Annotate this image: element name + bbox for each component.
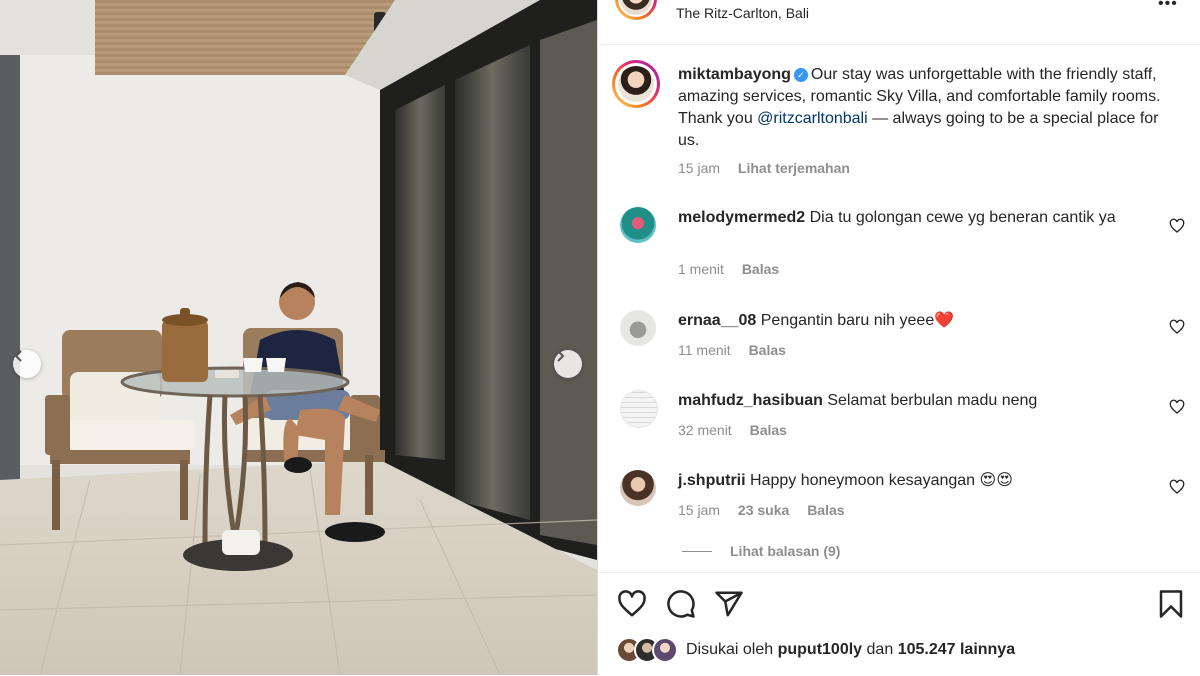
- bookmark-icon[interactable]: [1156, 589, 1186, 619]
- post-header: The Ritz-Carlton, Bali •••: [598, 0, 1200, 45]
- likes-count[interactable]: 105.247 lainnya: [898, 641, 1015, 658]
- likes-text: Disukai oleh puput100ly dan 105.247 lain…: [686, 641, 1015, 659]
- chevron-left-icon: [14, 350, 22, 362]
- comment-text: melodymermed2 Dia tu golongan cewe yg be…: [678, 207, 1168, 229]
- comment-body: Happy honeymoon kesayangan 😍😍: [750, 472, 1013, 489]
- reply-button[interactable]: Balas: [742, 261, 779, 277]
- comment-like-icon[interactable]: [1169, 319, 1185, 335]
- heart-icon[interactable]: [617, 589, 647, 619]
- reply-button[interactable]: Balas: [749, 342, 786, 358]
- comment-username[interactable]: ernaa__08: [678, 312, 756, 329]
- likes-summary[interactable]: Disukai oleh puput100ly dan 105.247 lain…: [616, 637, 1015, 663]
- caption-avatar[interactable]: [612, 60, 660, 108]
- commenter-avatar[interactable]: [620, 390, 658, 428]
- caption-mention[interactable]: @ritzcarltonbali: [757, 110, 868, 127]
- caption-text: miktambayong ✓ Our stay was unforgettable …: [678, 64, 1168, 152]
- likes-user[interactable]: puput100ly: [778, 641, 862, 658]
- comment-meta: 15 jam 23 suka Balas: [678, 502, 859, 518]
- caption-meta: 15 jam Lihat terjemahan: [678, 160, 864, 176]
- comment-like-icon[interactable]: [1169, 218, 1185, 234]
- post-location[interactable]: The Ritz-Carlton, Bali: [676, 5, 809, 21]
- share-icon[interactable]: [714, 589, 744, 619]
- commenter-avatar[interactable]: [620, 207, 656, 243]
- liker-avatar: [652, 637, 678, 663]
- caption-time[interactable]: 15 jam: [678, 160, 720, 176]
- author-avatar[interactable]: [615, 0, 657, 20]
- chevron-right-icon: [557, 350, 565, 362]
- commenter-avatar[interactable]: [620, 310, 656, 346]
- verified-badge-icon: ✓: [793, 68, 808, 82]
- photo-scene: [0, 0, 597, 675]
- comment-meta: 11 menit Balas: [678, 342, 800, 358]
- translate-link[interactable]: Lihat terjemahan: [738, 160, 850, 176]
- view-replies-label: Lihat balasan (9): [730, 543, 841, 559]
- comment-icon[interactable]: [666, 589, 696, 619]
- comment-text: j.shputrii Happy honeymoon kesayangan 😍😍: [678, 470, 1168, 492]
- comment-username[interactable]: melodymermed2: [678, 209, 805, 226]
- comment-time[interactable]: 11 menit: [678, 342, 731, 358]
- carousel-next-button[interactable]: [554, 350, 582, 378]
- reply-button[interactable]: Balas: [807, 502, 844, 518]
- comment-username[interactable]: mahfudz_hasibuan: [678, 392, 823, 409]
- comment-time[interactable]: 15 jam: [678, 502, 720, 518]
- comment-likes-count[interactable]: 23 suka: [738, 502, 789, 518]
- comment-meta: 32 menit Balas: [678, 422, 801, 438]
- comment-like-icon[interactable]: [1169, 399, 1185, 415]
- replies-divider-line: [682, 550, 712, 552]
- likes-prefix: Disukai oleh: [686, 641, 774, 658]
- caption-username[interactable]: miktambayong: [678, 66, 791, 83]
- reply-button[interactable]: Balas: [750, 422, 787, 438]
- post-side-panel: The Ritz-Carlton, Bali ••• miktambayong ✓…: [597, 0, 1200, 675]
- view-replies-button[interactable]: Lihat balasan (9): [682, 543, 840, 559]
- more-icon[interactable]: •••: [1158, 0, 1178, 12]
- post-photo: [0, 0, 597, 675]
- comment-time[interactable]: 1 menit: [678, 261, 724, 277]
- comment-like-icon[interactable]: [1169, 479, 1185, 495]
- comment-body: Pengantin baru nih yeee❤️: [760, 312, 955, 329]
- carousel-prev-button[interactable]: [13, 350, 41, 378]
- comment-username[interactable]: j.shputrii: [678, 472, 746, 489]
- comment-meta: 1 menit Balas: [678, 261, 793, 277]
- comment-body: Dia tu golongan cewe yg beneran cantik y…: [809, 209, 1116, 226]
- comment-text: mahfudz_hasibuan Selamat berbulan madu n…: [678, 390, 1168, 412]
- commenter-avatar[interactable]: [620, 470, 656, 506]
- post-actions: Disukai oleh puput100ly dan 105.247 lain…: [598, 572, 1200, 676]
- likes-joiner: dan: [866, 641, 894, 658]
- comment-time[interactable]: 32 menit: [678, 422, 732, 438]
- comment-body: Selamat berbulan madu neng: [827, 392, 1038, 409]
- comment-text: ernaa__08 Pengantin baru nih yeee❤️: [678, 310, 1168, 332]
